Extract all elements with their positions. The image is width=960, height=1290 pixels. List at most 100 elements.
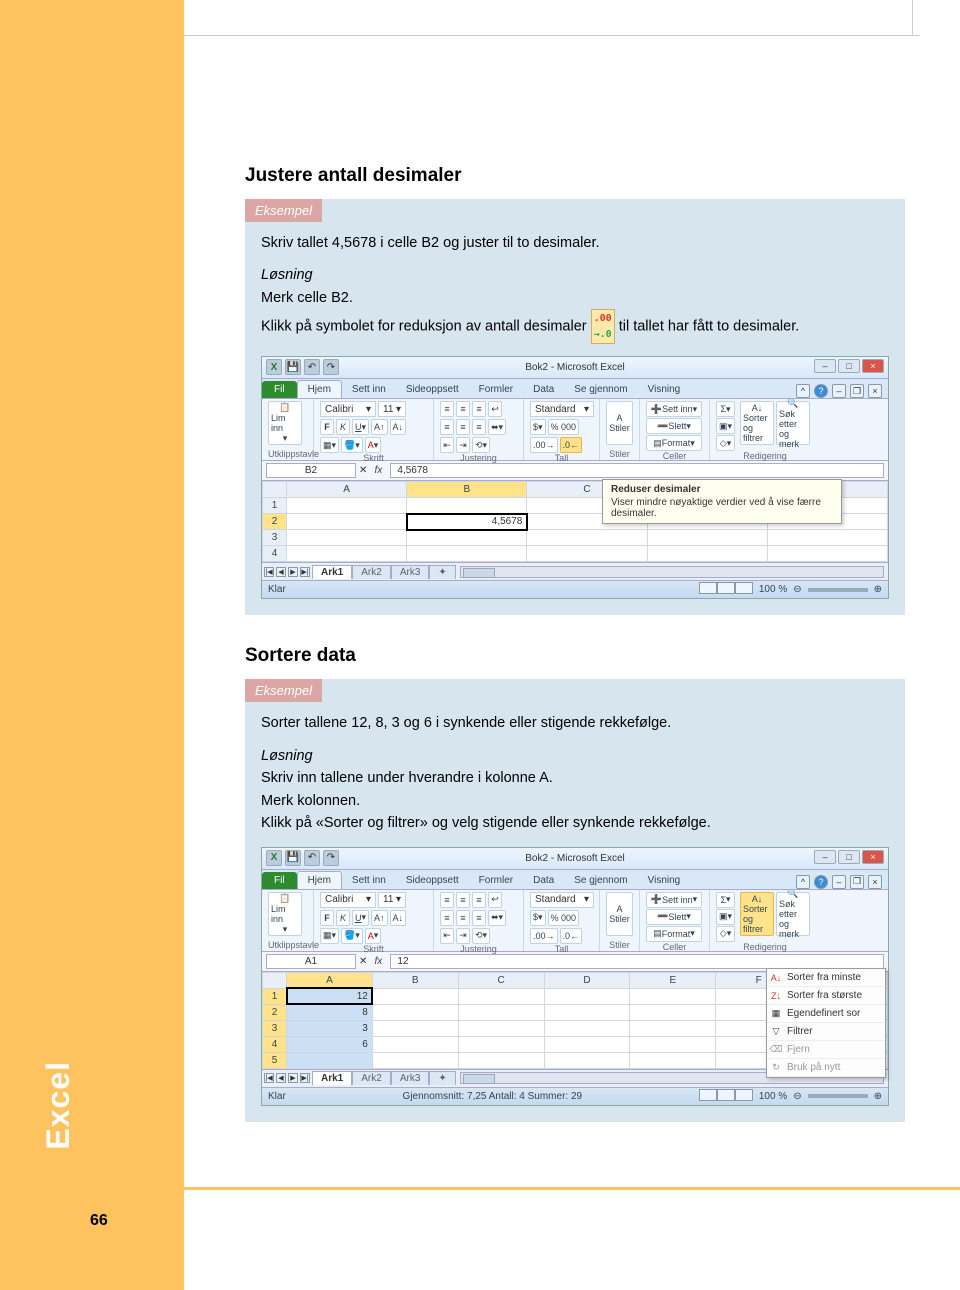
italic-button[interactable]: K: [336, 910, 350, 926]
font-combo[interactable]: Calibri▾: [320, 892, 376, 908]
align-button[interactable]: ≡: [472, 910, 486, 926]
menu-sort-desc[interactable]: Z↓Sorter fra største: [767, 987, 885, 1005]
menu-sort-asc[interactable]: A↓Sorter fra minste: [767, 969, 885, 987]
cancel-formula-icon[interactable]: ✕: [356, 465, 370, 476]
find-select-button[interactable]: 🔍Søk etter og merk: [776, 892, 810, 936]
fill-button[interactable]: ▣▾: [716, 909, 735, 925]
zoom-in-button[interactable]: ⊕: [874, 1091, 882, 1102]
clear-button[interactable]: ◇▾: [716, 435, 735, 451]
sort-filter-button[interactable]: A↓Sorter og filtrer: [740, 401, 774, 445]
save-icon[interactable]: 💾: [285, 359, 301, 375]
undo-icon[interactable]: ↶: [304, 850, 320, 866]
align-button[interactable]: ≡: [456, 910, 470, 926]
formula-input[interactable]: 12: [390, 954, 884, 969]
tab-settinn[interactable]: Sett inn: [342, 381, 396, 398]
sheet-tab-ark1[interactable]: Ark1: [312, 1071, 352, 1085]
bold-button[interactable]: F: [320, 419, 334, 435]
orientation-button[interactable]: ⟲▾: [472, 928, 490, 944]
font-size-combo[interactable]: 11▾: [378, 401, 406, 417]
indent-inc-button[interactable]: ⇥: [456, 437, 470, 453]
menu-custom-sort[interactable]: ▦Egendefinert sor: [767, 1005, 885, 1023]
row-1[interactable]: 1: [263, 498, 287, 514]
row-3[interactable]: 3: [263, 1020, 287, 1036]
row-3[interactable]: 3: [263, 530, 287, 546]
cancel-formula-icon[interactable]: ✕: [356, 956, 370, 967]
win-restore-icon[interactable]: ❐: [850, 384, 864, 398]
tab-visning[interactable]: Visning: [638, 381, 691, 398]
paste-button[interactable]: 📋Lim inn▾: [268, 892, 302, 936]
decrease-decimal-button[interactable]: .0←: [560, 437, 583, 453]
indent-button[interactable]: ⇥: [456, 928, 470, 944]
tab-settinn[interactable]: Sett inn: [342, 872, 396, 889]
cell-A3[interactable]: 3: [287, 1020, 373, 1036]
col-E[interactable]: E: [630, 972, 716, 988]
select-all[interactable]: [263, 972, 287, 988]
insert-cells-button[interactable]: ➕Sett inn▾: [646, 401, 702, 417]
col-B[interactable]: B: [407, 482, 527, 498]
underline-button[interactable]: U▾: [352, 419, 369, 435]
increase-decimal-button[interactable]: .00→: [530, 437, 558, 453]
align-button[interactable]: ≡: [440, 892, 454, 908]
zoom-in-button[interactable]: ⊕: [874, 584, 882, 595]
col-C[interactable]: C: [458, 972, 544, 988]
zoom-slider[interactable]: [808, 1094, 868, 1098]
col-D[interactable]: D: [544, 972, 630, 988]
indent-button[interactable]: ⇤: [440, 928, 454, 944]
shrink-font-button[interactable]: A↓: [390, 910, 407, 926]
find-select-button[interactable]: 🔍Søk etter og merk: [776, 401, 810, 445]
align-button[interactable]: ≡: [472, 892, 486, 908]
border-button[interactable]: ▦▾: [320, 928, 339, 944]
sheet-tab-ark2[interactable]: Ark2: [352, 565, 391, 579]
border-button[interactable]: ▦▾: [320, 437, 339, 453]
cell-A1[interactable]: 12: [287, 988, 373, 1004]
minimize-ribbon-icon[interactable]: ^: [796, 875, 810, 889]
sheet-tab-ark3[interactable]: Ark3: [391, 1071, 430, 1085]
name-box[interactable]: A1: [266, 954, 356, 969]
cell-A4[interactable]: 6: [287, 1036, 373, 1052]
cell-A2[interactable]: 8: [287, 1004, 373, 1020]
align-button[interactable]: ≡: [440, 910, 454, 926]
row-1[interactable]: 1: [263, 988, 287, 1004]
wrap-button[interactable]: ↩: [488, 401, 502, 417]
tab-sideoppsett[interactable]: Sideoppsett: [396, 381, 469, 398]
zoom-slider[interactable]: [808, 588, 868, 592]
tab-formler[interactable]: Formler: [469, 872, 523, 889]
redo-icon[interactable]: ↷: [323, 359, 339, 375]
styles-button[interactable]: AStiler: [606, 892, 633, 936]
col-A[interactable]: A: [287, 482, 407, 498]
worksheet-grid[interactable]: A B C D 1 24,5678 3 4 Reduser desimaler …: [262, 481, 888, 562]
menu-filter[interactable]: ▽Filtrer: [767, 1023, 885, 1041]
paste-button[interactable]: 📋Lim inn▾: [268, 401, 302, 445]
row-2[interactable]: 2: [263, 514, 287, 530]
hscrollbar[interactable]: [460, 566, 884, 578]
inc-decimal-button[interactable]: .00→: [530, 928, 558, 944]
bold-button[interactable]: F: [320, 910, 334, 926]
grow-font-button[interactable]: A↑: [371, 910, 388, 926]
tab-segjennom[interactable]: Se gjennom: [564, 381, 637, 398]
tab-fil[interactable]: Fil: [262, 872, 297, 889]
minimize-button[interactable]: –: [814, 359, 836, 373]
merge-button[interactable]: ⬌▾: [488, 910, 506, 926]
format-cells-button[interactable]: ▤Format▾: [646, 435, 702, 451]
win-min-icon[interactable]: –: [832, 875, 846, 889]
close-button[interactable]: ×: [862, 359, 884, 373]
win-min-icon[interactable]: –: [832, 384, 846, 398]
win-restore-icon[interactable]: ❐: [850, 875, 864, 889]
tab-formler[interactable]: Formler: [469, 381, 523, 398]
maximize-button[interactable]: □: [838, 359, 860, 373]
percent-button[interactable]: % 000: [548, 419, 580, 435]
sheet-tab-ark3[interactable]: Ark3: [391, 565, 430, 579]
sheet-tab-ark1[interactable]: Ark1: [312, 565, 352, 579]
row-2[interactable]: 2: [263, 1004, 287, 1020]
sheet-tab-ark2[interactable]: Ark2: [352, 1071, 391, 1085]
tab-segjennom[interactable]: Se gjennom: [564, 872, 637, 889]
select-all[interactable]: [263, 482, 287, 498]
format-cells-button[interactable]: ▤Format▾: [646, 926, 702, 942]
help-icon[interactable]: ?: [814, 875, 828, 889]
win-close-icon[interactable]: ×: [868, 384, 882, 398]
indent-dec-button[interactable]: ⇤: [440, 437, 454, 453]
wrap-button[interactable]: ↩: [488, 892, 502, 908]
percent-button[interactable]: % 000: [548, 910, 580, 926]
styles-button[interactable]: AStiler: [606, 401, 633, 445]
font-combo[interactable]: Calibri▾: [320, 401, 376, 417]
